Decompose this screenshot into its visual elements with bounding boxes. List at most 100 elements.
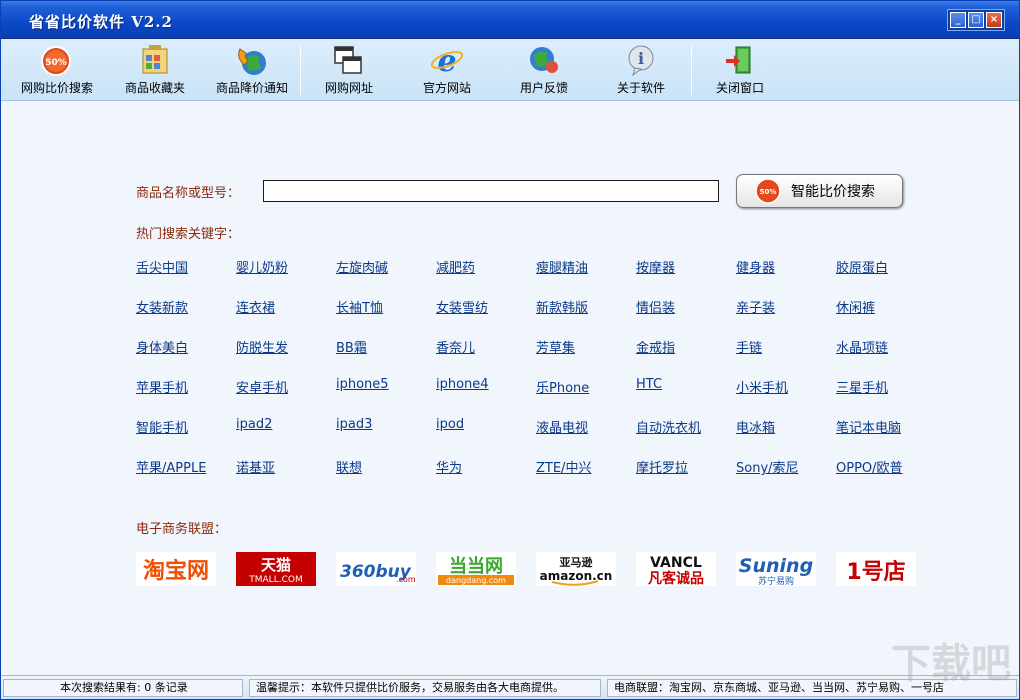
hot-keyword-link[interactable]: ipad2 xyxy=(236,417,272,432)
favorites-icon xyxy=(142,45,168,74)
search-label: 商品名称或型号： xyxy=(136,186,241,201)
suning-logo[interactable]: Suning 苏宁易购 xyxy=(736,552,816,587)
hot-keyword-link[interactable]: 联想 xyxy=(336,457,362,476)
close-icon[interactable]: × xyxy=(986,12,1002,28)
toolbar-label: 关于软件 xyxy=(616,81,665,95)
hot-keyword-link[interactable]: 安卓手机 xyxy=(236,377,288,396)
status-tip: 温馨提示：本软件只提供比价服务，交易服务由各大电商提供。 xyxy=(249,679,601,697)
svg-text:.com: .com xyxy=(396,575,416,584)
360buy-logo[interactable]: 360buy .com xyxy=(336,552,416,586)
toolbar-separator xyxy=(300,45,301,95)
phone-globe-icon xyxy=(238,48,266,75)
hot-keywords-label: 热门搜索关键字： xyxy=(136,227,241,242)
hot-keyword-link[interactable]: 芳草集 xyxy=(536,337,575,356)
hot-keyword-link[interactable]: 减肥药 xyxy=(436,257,475,276)
ecommerce-label: 电子商务联盟： xyxy=(136,522,228,537)
hot-keyword-link[interactable]: Sony/索尼 xyxy=(736,457,799,476)
toolbar-feedback-button[interactable]: 用户反馈 xyxy=(499,43,589,99)
maximize-icon[interactable]: □ xyxy=(968,12,984,28)
taobao-logo[interactable]: 淘宝网 xyxy=(136,552,216,586)
status-result: 本次搜索结果有: 0 条记录 xyxy=(3,679,243,697)
toolbar-about-button[interactable]: i 关于软件 xyxy=(596,43,686,99)
hot-keyword-link[interactable]: 身体美白 xyxy=(136,337,188,356)
hot-keyword-link[interactable]: 亲子装 xyxy=(736,297,775,316)
hot-keyword-link[interactable]: 舌尖中国 xyxy=(136,257,188,276)
hot-keyword-link[interactable]: 香奈儿 xyxy=(436,337,475,356)
vancl-logo[interactable]: VANCL 凡客诚品 xyxy=(636,552,716,587)
minimize-icon[interactable]: _ xyxy=(950,12,966,28)
hot-keyword-link[interactable]: 情侣装 xyxy=(636,297,675,316)
svg-text:i: i xyxy=(638,49,644,68)
hot-keyword-link[interactable]: 休闲裤 xyxy=(836,297,875,316)
hot-keyword-link[interactable]: ZTE/中兴 xyxy=(536,457,591,476)
title-bar[interactable]: 省省比价软件 V2.2 _ □ × xyxy=(1,1,1019,39)
hot-keyword-link[interactable]: OPPO/欧普 xyxy=(836,457,903,476)
hot-keyword-link[interactable]: 健身器 xyxy=(736,257,775,276)
hot-keyword-link[interactable]: 女装雪纺 xyxy=(436,297,488,316)
hot-keyword-link[interactable]: iphone4 xyxy=(436,377,489,392)
toolbar-shopping-urls-button[interactable]: 网购网址 xyxy=(304,43,394,99)
price-badge-icon: 50% xyxy=(41,46,71,76)
hot-keyword-link[interactable]: 左旋肉碱 xyxy=(336,257,388,276)
toolbar-label: 网购网址 xyxy=(324,81,373,95)
svg-text:Suning: Suning xyxy=(739,555,813,577)
smart-search-label: 智能比价搜索 xyxy=(791,184,875,200)
toolbar-price-search-button[interactable]: 50% 网购比价搜索 xyxy=(12,43,102,99)
hot-keyword-link[interactable]: 手链 xyxy=(736,337,762,356)
hot-keyword-link[interactable]: 液晶电视 xyxy=(536,417,588,436)
toolbar: 50% 网购比价搜索 商品收藏夹 商品降价通知 网购网址 e 官方网站 用户反馈… xyxy=(1,39,1019,101)
amazon-logo[interactable]: 亚马逊 amazon.cn xyxy=(536,552,616,586)
toolbar-label: 商品收藏夹 xyxy=(124,81,185,95)
toolbar-separator xyxy=(691,45,692,95)
yihaodian-logo[interactable]: 1号店 xyxy=(836,552,916,586)
hot-keyword-link[interactable]: 女装新款 xyxy=(136,297,188,316)
hot-keyword-link[interactable]: iphone5 xyxy=(336,377,389,392)
hot-keyword-link[interactable]: 婴儿奶粉 xyxy=(236,257,288,276)
hot-keyword-link[interactable]: 长袖T恤 xyxy=(336,297,383,316)
dangdang-logo[interactable]: 当当网 dangdang.com xyxy=(436,552,516,586)
hot-keyword-link[interactable]: 乐Phone xyxy=(536,377,589,396)
hot-keyword-link[interactable]: 笔记本电脑 xyxy=(836,417,901,436)
toolbar-label: 网购比价搜索 xyxy=(20,81,93,95)
tmall-logo[interactable]: 天猫 TMALL.COM xyxy=(236,552,316,586)
hot-keyword-link[interactable]: HTC xyxy=(636,377,662,392)
toolbar-favorites-button[interactable]: 商品收藏夹 xyxy=(110,43,200,99)
hot-keyword-link[interactable]: 按摩器 xyxy=(636,257,675,276)
hot-keyword-link[interactable]: 摩托罗拉 xyxy=(636,457,688,476)
hot-keyword-link[interactable]: 小米手机 xyxy=(736,377,788,396)
hot-keyword-link[interactable]: 连衣裙 xyxy=(236,297,275,316)
hot-keyword-link[interactable]: 金戒指 xyxy=(636,337,675,356)
svg-text:amazon.cn: amazon.cn xyxy=(540,569,613,583)
toolbar-close-window-button[interactable]: 关闭窗口 xyxy=(695,43,785,99)
smart-search-button[interactable]: 50% 智能比价搜索 xyxy=(736,174,903,208)
hot-keyword-link[interactable]: 新款韩版 xyxy=(536,297,588,316)
svg-text:当当网: 当当网 xyxy=(449,555,503,577)
hot-keyword-link[interactable]: 苹果/APPLE xyxy=(136,457,206,476)
hot-keyword-link[interactable]: 自动洗衣机 xyxy=(636,417,701,436)
hot-keyword-link[interactable]: 电冰箱 xyxy=(736,417,775,436)
hot-keyword-link[interactable]: 水晶项链 xyxy=(836,337,888,356)
search-input[interactable] xyxy=(263,180,719,202)
svg-text:天猫: 天猫 xyxy=(261,556,291,574)
toolbar-official-site-button[interactable]: e 官方网站 xyxy=(402,43,492,99)
watermark: 下载吧 xyxy=(891,640,1011,687)
toolbar-label: 关闭窗口 xyxy=(715,81,764,95)
svg-text:淘宝网: 淘宝网 xyxy=(143,558,209,584)
windows-icon xyxy=(334,46,362,74)
hot-keyword-link[interactable]: 胶原蛋白 xyxy=(836,257,888,276)
hot-keyword-link[interactable]: 三星手机 xyxy=(836,377,888,396)
hot-keyword-link[interactable]: 苹果手机 xyxy=(136,377,188,396)
hot-keyword-link[interactable]: 防脱生发 xyxy=(236,337,288,356)
hot-keyword-link[interactable]: 智能手机 xyxy=(136,417,188,436)
info-icon: i xyxy=(628,45,654,77)
hot-keyword-link[interactable]: 诺基亚 xyxy=(236,457,275,476)
app-window: 省省比价软件 V2.2 _ □ × 50% 网购比价搜索 商品收藏夹 商品降价通… xyxy=(0,0,1020,700)
hot-keyword-link[interactable]: 瘦腿精油 xyxy=(536,257,588,276)
toolbar-price-drop-button[interactable]: 商品降价通知 xyxy=(207,43,297,99)
svg-text:1号店: 1号店 xyxy=(846,560,905,585)
hot-keyword-link[interactable]: ipad3 xyxy=(336,417,372,432)
hot-keyword-link[interactable]: BB霜 xyxy=(336,337,367,356)
hot-keyword-link[interactable]: 华为 xyxy=(436,457,462,476)
hot-keyword-link[interactable]: ipod xyxy=(436,417,464,432)
ie-icon: e xyxy=(430,44,464,77)
